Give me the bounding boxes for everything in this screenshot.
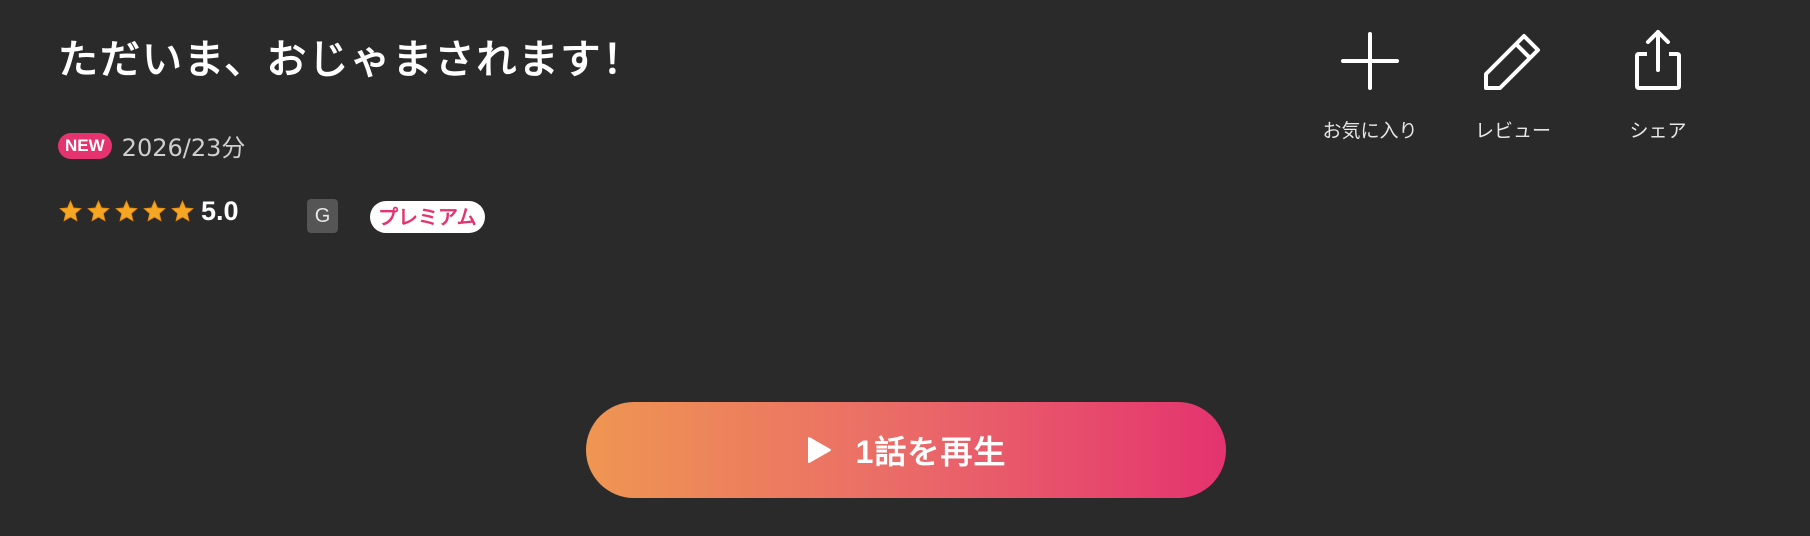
favorite-label: お気に入り: [1322, 120, 1418, 142]
star-icon: [171, 200, 194, 222]
share-label: シェア: [1629, 120, 1687, 142]
star-icon: [143, 200, 166, 222]
release-info: 2026/23分: [121, 134, 246, 162]
star-icon: [87, 200, 110, 222]
review-button[interactable]: レビュー: [1453, 28, 1573, 143]
rating-value: 5.0: [201, 196, 239, 226]
star-icon: [59, 200, 82, 222]
age-rating-badge: G: [307, 199, 338, 233]
favorite-button[interactable]: お気に入り: [1310, 28, 1430, 143]
page-title: ただいま、おじゃまされます！: [58, 37, 645, 83]
play-icon: [807, 437, 831, 463]
play-button-label: 1話を再生: [855, 434, 1007, 470]
star-icon: [115, 200, 138, 222]
new-badge: NEW: [58, 132, 112, 159]
premium-badge: プレミアム: [370, 201, 485, 233]
play-episode-button[interactable]: 1話を再生: [586, 402, 1226, 498]
share-button[interactable]: シェア: [1598, 28, 1718, 143]
meta-row: NEW 2026/23分: [58, 128, 245, 163]
share-icon: [1635, 30, 1681, 90]
rating-row: 5.0: [58, 196, 239, 227]
plus-icon: [1341, 32, 1399, 90]
star-rating: [58, 199, 195, 224]
review-label: レビュー: [1474, 120, 1551, 142]
pencil-icon: [1484, 34, 1540, 90]
